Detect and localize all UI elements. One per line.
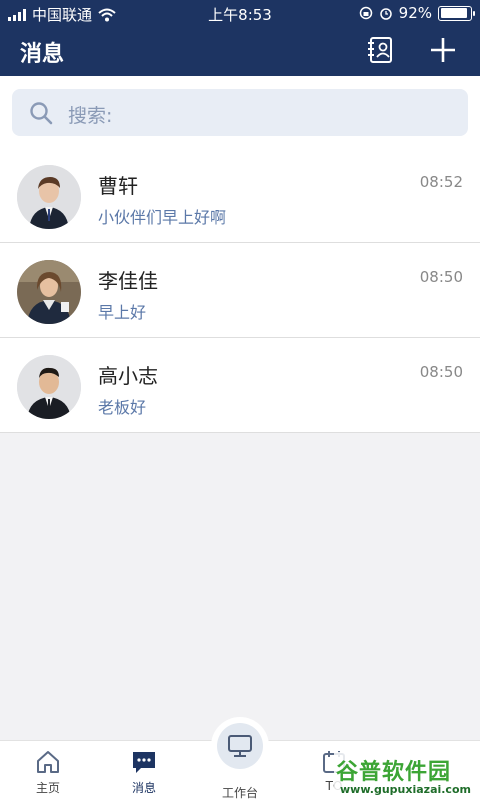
search-section: 搜索:	[0, 76, 480, 148]
workbench-button[interactable]	[217, 723, 263, 769]
page-title: 消息	[20, 42, 65, 67]
watermark-url: www.gupuxiazai.com	[340, 783, 471, 796]
header-bar: 消息	[0, 26, 480, 76]
contacts-icon[interactable]	[365, 35, 395, 65]
battery-icon	[438, 5, 475, 21]
message-preview: 老板好	[98, 398, 147, 417]
message-preview: 小伙伴们早上好啊	[98, 208, 227, 227]
rotation-lock-icon	[359, 6, 372, 20]
tab-label: 主页	[35, 781, 60, 795]
tab-label: 工作台	[221, 786, 258, 800]
status-bar: 中国联通 上午8:53 92%	[0, 0, 480, 26]
message-time: 08:50	[419, 363, 463, 381]
message-icon	[133, 752, 155, 773]
contact-name: 高小志	[98, 364, 158, 388]
search-box[interactable]: 搜索:	[12, 89, 468, 136]
tab-label: 消息	[131, 781, 156, 795]
conversation-row[interactable]: 李佳佳 早上好 08:50	[0, 243, 480, 338]
watermark-title: 谷普软件园	[336, 760, 452, 785]
person-avatar-icon	[17, 355, 81, 419]
conversation-row[interactable]: 曹轩 小伙伴们早上好啊 08:52	[0, 148, 480, 243]
battery-fill	[440, 8, 468, 18]
monitor-icon	[228, 735, 252, 757]
person-avatar-icon	[17, 260, 81, 324]
conversation-list: 曹轩 小伙伴们早上好啊 08:52 李佳佳 早上好 08:50 高小志 老板好 …	[0, 148, 480, 433]
battery-percent: 92%	[398, 4, 432, 22]
contact-name: 曹轩	[98, 174, 138, 198]
conversation-row[interactable]: 高小志 老板好 08:50	[0, 338, 480, 433]
alarm-icon	[379, 8, 392, 20]
tab-home[interactable]: 主页	[13, 749, 83, 796]
message-time: 08:50	[419, 268, 463, 286]
avatar	[17, 355, 81, 419]
status-right: 92%	[359, 4, 475, 22]
home-icon	[37, 751, 59, 773]
person-avatar-icon	[17, 165, 81, 229]
search-icon	[30, 102, 53, 125]
search-input[interactable]: 搜索:	[68, 101, 428, 128]
watermark-logo: 谷普软件园 www.gupuxiazai.com	[334, 752, 480, 800]
message-time: 08:52	[419, 173, 463, 191]
tab-workbench[interactable]	[211, 717, 269, 775]
contact-name: 李佳佳	[98, 269, 158, 293]
avatar	[17, 165, 81, 229]
plus-icon[interactable]	[428, 35, 458, 65]
message-preview: 早上好	[98, 303, 147, 322]
avatar	[17, 260, 81, 324]
tab-messages[interactable]: 消息	[109, 749, 179, 796]
